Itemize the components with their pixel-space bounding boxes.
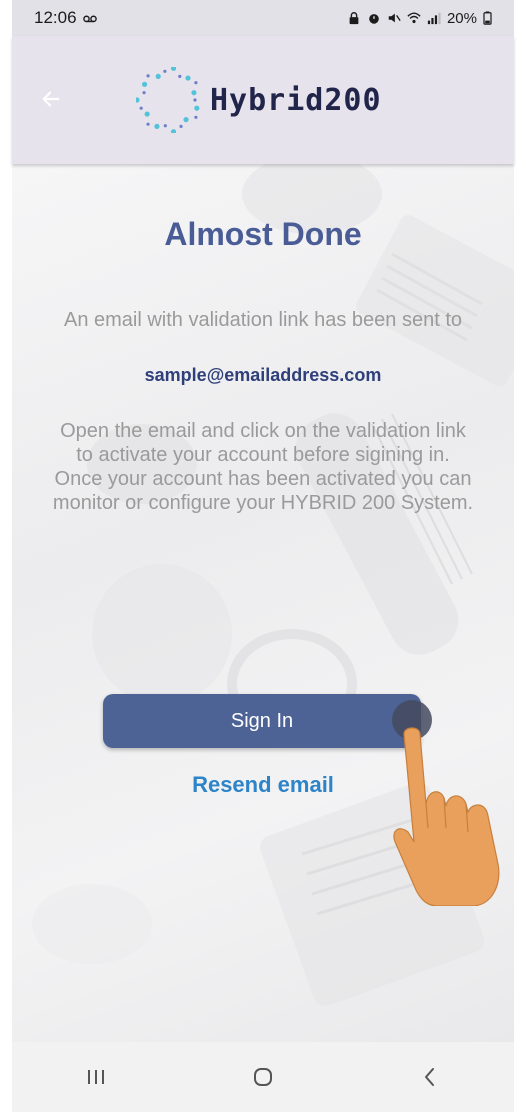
logo-dot — [178, 74, 182, 78]
logo-dot — [155, 73, 161, 79]
logo-dot — [183, 117, 189, 123]
logo-dot — [163, 124, 167, 128]
logo-dot — [179, 124, 183, 128]
status-time: 12:06 — [34, 8, 77, 27]
logo-dot — [146, 74, 150, 78]
battery-percent: 20% — [446, 9, 477, 27]
logo-dots-icon — [136, 67, 200, 133]
back-button[interactable] — [34, 82, 68, 116]
logo-dot — [142, 81, 148, 87]
voicemail-icon — [82, 15, 97, 23]
logo-dot — [170, 67, 177, 71]
signal-icon — [427, 12, 441, 25]
logo-dot — [136, 97, 140, 103]
logo-dot — [146, 122, 150, 126]
logo-dot — [154, 123, 160, 129]
mute-icon — [388, 13, 401, 23]
page-title: Almost Done — [164, 216, 362, 252]
email-address: sample@emailaddress.com — [144, 365, 382, 385]
logo-dot — [170, 129, 177, 133]
logo-dot — [194, 115, 198, 119]
phone-screen: 12:06 20% Hybrid200 Almost Done An email… — [0, 0, 526, 1112]
battery-icon — [483, 11, 492, 25]
logo-dot — [185, 75, 191, 81]
logo-text: Hybrid200 — [210, 82, 382, 118]
recent-apps-icon — [87, 1070, 104, 1084]
logo-dot — [191, 90, 197, 96]
instructions-text: Open the email and click on the validati… — [52, 420, 474, 514]
home-icon — [253, 1068, 272, 1086]
wifi-icon — [407, 12, 421, 24]
system-back-button[interactable] — [400, 1057, 460, 1097]
alarm-icon — [369, 14, 379, 24]
back-icon — [425, 1068, 435, 1086]
status-bar: 12:06 20% — [12, 0, 514, 36]
app-header: Hybrid200 — [12, 36, 514, 164]
tap-hand-icon — [392, 700, 500, 906]
system-nav-bar — [12, 1042, 514, 1112]
background-image — [32, 164, 514, 1006]
lock-icon — [349, 12, 359, 25]
logo-dot — [194, 81, 198, 85]
sign-in-button[interactable]: Sign In — [103, 694, 421, 748]
logo: Hybrid200 — [136, 50, 382, 150]
sign-in-label: Sign In — [230, 709, 294, 732]
arrow-left-icon — [42, 91, 60, 107]
main-content: Almost Done An email with validation lin… — [12, 164, 514, 1042]
logo-dot — [142, 91, 146, 95]
logo-dot — [194, 105, 200, 111]
home-button[interactable] — [233, 1057, 293, 1097]
recent-apps-button[interactable] — [66, 1057, 126, 1097]
email-sent-text: An email with validation link has been s… — [63, 309, 462, 331]
logo-dot — [163, 69, 167, 73]
logo-dot — [144, 111, 150, 117]
logo-dot — [139, 106, 143, 110]
logo-dot — [193, 98, 197, 102]
